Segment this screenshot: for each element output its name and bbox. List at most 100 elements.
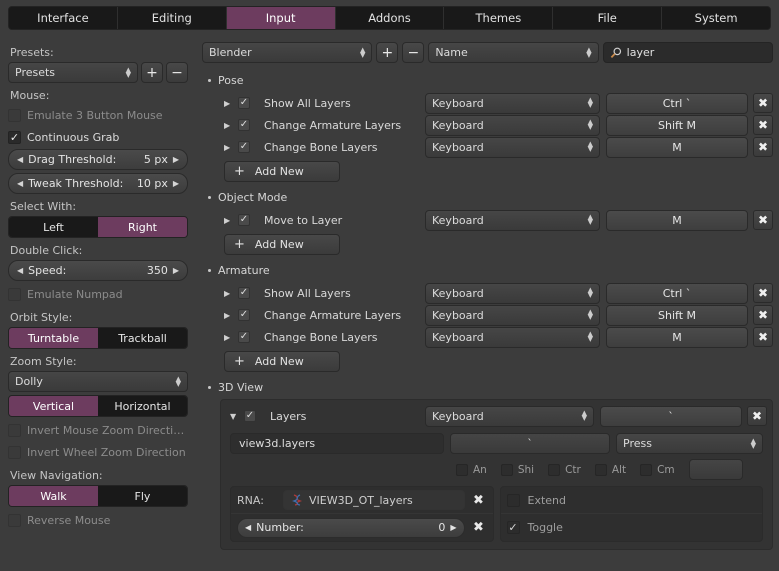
group-header-object-mode[interactable]: Object Mode <box>208 188 773 207</box>
remove-keyconfig-button[interactable]: − <box>402 42 425 63</box>
event-value-dropdown[interactable]: Press ▲ ▼ <box>616 433 763 454</box>
tab-addons[interactable]: Addons <box>335 7 445 29</box>
keymap-enabled-checkbox[interactable]: ✓ <box>238 214 250 226</box>
modifier-any-checkbox[interactable]: An <box>456 463 487 476</box>
zoom-horizontal[interactable]: Horizontal <box>98 396 187 416</box>
add-keyconfig-button[interactable]: + <box>376 42 399 63</box>
keymap-enabled-checkbox[interactable]: ✓ <box>238 141 250 153</box>
collapse-triangle-icon[interactable]: ▼ <box>230 412 244 421</box>
keymap-enabled-checkbox[interactable]: ✓ <box>238 309 250 321</box>
decrement-arrow-icon[interactable]: ◀ <box>17 155 23 164</box>
add-new-button[interactable]: + Add New <box>224 161 340 182</box>
device-dropdown[interactable]: Keyboard ▲ ▼ <box>425 304 600 326</box>
shortcut-key-button[interactable]: Ctrl ` <box>606 282 748 304</box>
decrement-arrow-icon[interactable]: ◀ <box>245 523 251 532</box>
keymap-enabled-checkbox[interactable]: ✓ <box>238 331 250 343</box>
increment-arrow-icon[interactable]: ▶ <box>173 179 179 188</box>
zoom-style-dropdown[interactable]: Dolly ▲ ▼ <box>8 371 188 392</box>
rna-value-field[interactable]: VIEW3D_OT_layers <box>283 490 465 510</box>
keymap-enabled-checkbox[interactable]: ✓ <box>238 287 250 299</box>
expand-triangle-icon[interactable]: ▶ <box>224 99 238 108</box>
tweak-threshold-field[interactable]: ◀ Tweak Threshold: 10 px ▶ <box>8 173 188 194</box>
decrement-arrow-icon[interactable]: ◀ <box>17 179 23 188</box>
tab-system[interactable]: System <box>662 7 770 29</box>
clear-rna-button[interactable]: ✖ <box>471 493 487 508</box>
remove-preset-button[interactable]: − <box>166 62 188 83</box>
group-header-pose[interactable]: Pose <box>208 71 773 90</box>
expand-triangle-icon[interactable]: ▶ <box>224 289 238 298</box>
modifier-alt-checkbox[interactable]: Alt <box>594 463 626 476</box>
tab-themes[interactable]: Themes <box>444 7 554 29</box>
increment-arrow-icon[interactable]: ▶ <box>450 523 456 532</box>
select-with-right[interactable]: Right <box>98 217 187 237</box>
expand-triangle-icon[interactable]: ▶ <box>224 333 238 342</box>
operator-field[interactable]: view3d.layers <box>230 433 444 454</box>
expand-triangle-icon[interactable]: ▶ <box>224 143 238 152</box>
device-dropdown[interactable]: Keyboard ▲ ▼ <box>425 92 600 114</box>
modifier-cmd-checkbox[interactable]: Cm <box>640 463 675 476</box>
select-with-left[interactable]: Left <box>9 217 98 237</box>
remove-keymap-button[interactable]: ✖ <box>753 137 773 157</box>
key-modifier-field[interactable] <box>688 459 743 480</box>
device-dropdown[interactable]: Keyboard ▲ ▼ <box>425 282 600 304</box>
orbit-turntable[interactable]: Turntable <box>9 328 98 348</box>
remove-keymap-button[interactable]: ✖ <box>753 283 773 303</box>
group-header-3d-view[interactable]: 3D View <box>208 378 773 397</box>
nav-walk[interactable]: Walk <box>9 486 98 506</box>
emulate-3-button-mouse-checkbox[interactable]: Emulate 3 Button Mouse <box>8 105 188 126</box>
increment-arrow-icon[interactable]: ▶ <box>173 155 179 164</box>
nav-fly[interactable]: Fly <box>98 486 187 506</box>
modifier-shift-checkbox[interactable]: Shi <box>500 463 534 476</box>
remove-keymap-button[interactable]: ✖ <box>753 115 773 135</box>
search-input[interactable]: layer <box>602 42 773 63</box>
expand-triangle-icon[interactable]: ▶ <box>224 216 238 225</box>
shortcut-key-button[interactable]: Shift M <box>606 304 748 326</box>
add-new-button[interactable]: + Add New <box>224 234 340 255</box>
shortcut-key-button[interactable]: M <box>606 326 748 348</box>
tab-input[interactable]: Input <box>226 7 336 29</box>
emulate-numpad-checkbox[interactable]: Emulate Numpad <box>8 284 188 305</box>
device-dropdown[interactable]: Keyboard ▲ ▼ <box>425 405 594 427</box>
group-header-armature[interactable]: Armature <box>208 261 773 280</box>
reverse-mouse-checkbox[interactable]: Reverse Mouse <box>8 510 188 531</box>
tab-interface[interactable]: Interface <box>9 7 118 29</box>
add-new-button[interactable]: + Add New <box>224 351 340 372</box>
keyconfig-dropdown[interactable]: Blender ▲ ▼ <box>202 42 373 63</box>
remove-keymap-button[interactable]: ✖ <box>753 210 773 230</box>
toggle-checkbox[interactable]: ✓ Toggle <box>506 521 563 534</box>
remove-keymap-button[interactable]: ✖ <box>753 93 773 113</box>
shortcut-key-button[interactable]: Shift M <box>606 114 748 136</box>
tab-editing[interactable]: Editing <box>117 7 227 29</box>
key-field-button[interactable]: ` <box>450 433 610 454</box>
expand-triangle-icon[interactable]: ▶ <box>224 121 238 130</box>
extend-checkbox[interactable]: Extend <box>506 493 566 507</box>
invert-wheel-zoom-checkbox[interactable]: Invert Wheel Zoom Direction <box>8 442 188 463</box>
remove-keymap-button[interactable]: ✖ <box>753 305 773 325</box>
invert-mouse-zoom-checkbox[interactable]: Invert Mouse Zoom Directi… <box>8 420 188 441</box>
modifier-ctrl-checkbox[interactable]: Ctr <box>548 463 581 476</box>
zoom-vertical[interactable]: Vertical <box>9 396 98 416</box>
remove-keymap-button[interactable]: ✖ <box>747 406 767 426</box>
presets-dropdown[interactable]: Presets ▲ ▼ <box>8 62 138 83</box>
number-field[interactable]: ◀ Number: 0 ▶ <box>237 517 465 538</box>
shortcut-key-button[interactable]: M <box>606 209 748 231</box>
keymap-enabled-checkbox[interactable]: ✓ <box>244 410 256 422</box>
increment-arrow-icon[interactable]: ▶ <box>173 266 179 275</box>
decrement-arrow-icon[interactable]: ◀ <box>17 266 23 275</box>
add-preset-button[interactable]: + <box>141 62 163 83</box>
shortcut-key-button[interactable]: M <box>606 136 748 158</box>
continuous-grab-checkbox[interactable]: ✓ Continuous Grab <box>8 127 188 148</box>
device-dropdown[interactable]: Keyboard ▲ ▼ <box>425 136 600 158</box>
device-dropdown[interactable]: Keyboard ▲ ▼ <box>425 326 600 348</box>
device-dropdown[interactable]: Keyboard ▲ ▼ <box>425 114 600 136</box>
drag-threshold-field[interactable]: ◀ Drag Threshold: 5 px ▶ <box>8 149 188 170</box>
shortcut-key-button[interactable]: Ctrl ` <box>606 92 748 114</box>
double-click-speed-field[interactable]: ◀ Speed: 350 ▶ <box>8 260 188 281</box>
orbit-trackball[interactable]: Trackball <box>98 328 187 348</box>
expand-triangle-icon[interactable]: ▶ <box>224 311 238 320</box>
shortcut-key-button[interactable]: ` <box>600 405 742 427</box>
clear-number-button[interactable]: ✖ <box>471 520 487 535</box>
tab-file[interactable]: File <box>553 7 663 29</box>
keymap-enabled-checkbox[interactable]: ✓ <box>238 119 250 131</box>
device-dropdown[interactable]: Keyboard ▲ ▼ <box>425 209 600 231</box>
